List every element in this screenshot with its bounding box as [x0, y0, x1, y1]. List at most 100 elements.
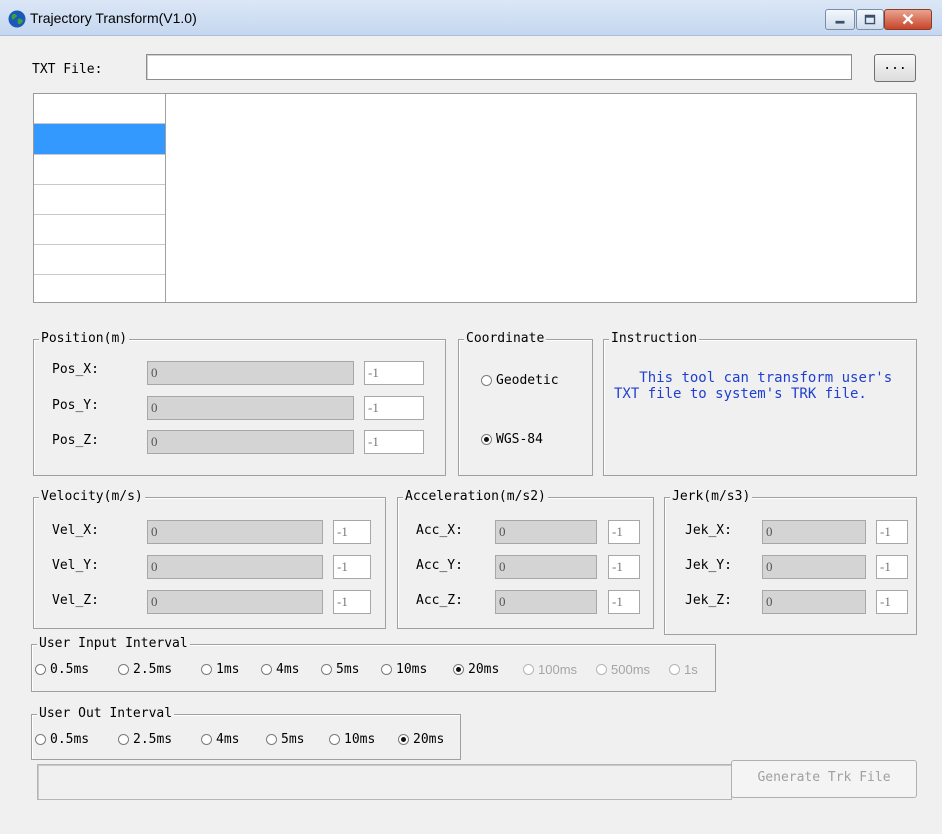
radio-label: 10ms	[396, 662, 428, 677]
radio-wgs84[interactable]: WGS-84	[481, 432, 543, 447]
radio-label: 2.5ms	[133, 662, 173, 677]
radio-label: 1ms	[216, 662, 240, 677]
txt-file-label: TXT File:	[32, 62, 103, 77]
radio-label: 100ms	[538, 662, 578, 677]
grid-row[interactable]	[34, 275, 165, 302]
radio-label: 2.5ms	[133, 732, 173, 747]
input-interval-radio-0-5ms[interactable]: 0.5ms	[35, 662, 89, 677]
input-interval-radio-5ms[interactable]: 5ms	[321, 662, 359, 677]
pos-y-label: Pos_Y:	[52, 398, 99, 413]
input-interval-radio-100ms: 100ms	[523, 662, 577, 677]
output-interval-group-title: User Out Interval	[37, 706, 175, 722]
acc-y-field[interactable]: 0	[495, 555, 597, 579]
radio-label: 20ms	[413, 732, 445, 747]
grid-row[interactable]	[34, 185, 165, 215]
acceleration-group-title: Acceleration(m/s2)	[403, 489, 548, 505]
radio-label: 0.5ms	[50, 662, 90, 677]
pos-x-field[interactable]: 0	[147, 361, 354, 385]
acc-x-label: Acc_X:	[416, 523, 463, 538]
pos-x-small-field[interactable]: -1	[364, 361, 424, 385]
close-icon	[902, 13, 914, 25]
grid-row-header-column	[34, 94, 166, 302]
instruction-text: This tool can transform user's TXT file …	[614, 370, 901, 402]
grid-row[interactable]	[34, 155, 165, 185]
radio-circle-selected	[481, 434, 492, 445]
input-interval-group: User Input Interval 0.5ms 2.5ms 1ms 4ms …	[31, 636, 716, 692]
radio-label: 4ms	[276, 662, 300, 677]
radio-circle-selected	[453, 664, 464, 675]
radio-circle	[118, 664, 129, 675]
radio-label: 10ms	[344, 732, 376, 747]
acc-z-label: Acc_Z:	[416, 593, 463, 608]
radio-circle	[261, 664, 272, 675]
acc-y-small-field[interactable]: -1	[608, 555, 640, 579]
radio-circle	[381, 664, 392, 675]
output-interval-radio-5ms[interactable]: 5ms	[266, 732, 304, 747]
input-interval-radio-1ms[interactable]: 1ms	[201, 662, 239, 677]
grid-row[interactable]	[34, 215, 165, 245]
input-interval-radio-1s: 1s	[669, 662, 698, 677]
output-interval-radio-20ms[interactable]: 20ms	[398, 732, 444, 747]
radio-label: 500ms	[611, 662, 651, 677]
input-interval-radio-4ms[interactable]: 4ms	[261, 662, 299, 677]
minimize-button[interactable]	[825, 9, 855, 30]
radio-circle	[266, 734, 277, 745]
browse-button[interactable]: ...	[874, 54, 916, 82]
jek-x-label: Jek_X:	[685, 523, 732, 538]
radio-label: 20ms	[468, 662, 500, 677]
acc-z-field[interactable]: 0	[495, 590, 597, 614]
jek-x-small-field[interactable]: -1	[876, 520, 908, 544]
acc-x-field[interactable]: 0	[495, 520, 597, 544]
vel-y-small-field[interactable]: -1	[333, 555, 371, 579]
velocity-group: Velocity(m/s) Vel_X: 0 -1 Vel_Y: 0 -1 Ve…	[33, 489, 386, 629]
vel-z-field[interactable]: 0	[147, 590, 323, 614]
grid-row-selected[interactable]	[34, 124, 165, 155]
input-interval-radio-10ms[interactable]: 10ms	[381, 662, 427, 677]
pos-z-field[interactable]: 0	[147, 430, 354, 454]
input-interval-radio-500ms: 500ms	[596, 662, 650, 677]
grid-header-cell[interactable]	[34, 94, 165, 124]
acc-x-small-field[interactable]: -1	[608, 520, 640, 544]
pos-y-field[interactable]: 0	[147, 396, 354, 420]
grid-row[interactable]	[34, 245, 165, 275]
txt-file-input[interactable]	[146, 54, 852, 80]
radio-label: 5ms	[281, 732, 305, 747]
data-grid[interactable]	[33, 93, 917, 303]
position-group-title: Position(m)	[39, 331, 130, 347]
title-bar[interactable]: Trajectory Transform(V1.0)	[0, 0, 942, 36]
jek-y-small-field[interactable]: -1	[876, 555, 908, 579]
radio-label: 5ms	[336, 662, 360, 677]
radio-label: 0.5ms	[50, 732, 90, 747]
pos-z-small-field[interactable]: -1	[364, 430, 424, 454]
output-interval-radio-0-5ms[interactable]: 0.5ms	[35, 732, 89, 747]
acc-z-small-field[interactable]: -1	[608, 590, 640, 614]
radio-geodetic[interactable]: Geodetic	[481, 373, 559, 388]
vel-y-field[interactable]: 0	[147, 555, 323, 579]
close-button[interactable]	[884, 9, 932, 30]
jek-x-field[interactable]: 0	[762, 520, 866, 544]
jek-z-label: Jek_Z:	[685, 593, 732, 608]
radio-wgs84-label: WGS-84	[496, 432, 543, 447]
input-interval-radio-20ms[interactable]: 20ms	[453, 662, 499, 677]
generate-trk-button[interactable]: Generate Trk File	[731, 760, 917, 798]
maximize-button[interactable]	[856, 9, 884, 30]
radio-circle	[35, 664, 46, 675]
output-interval-radio-4ms[interactable]: 4ms	[201, 732, 239, 747]
input-interval-radio-2-5ms[interactable]: 2.5ms	[118, 662, 172, 677]
radio-circle	[35, 734, 46, 745]
minimize-icon	[835, 20, 845, 24]
pos-y-small-field[interactable]: -1	[364, 396, 424, 420]
output-interval-radio-2-5ms[interactable]: 2.5ms	[118, 732, 172, 747]
instruction-group-title: Instruction	[609, 331, 700, 347]
radio-circle	[596, 664, 607, 675]
vel-x-field[interactable]: 0	[147, 520, 323, 544]
vel-z-small-field[interactable]: -1	[333, 590, 371, 614]
acc-y-label: Acc_Y:	[416, 558, 463, 573]
radio-circle	[481, 375, 492, 386]
jek-y-field[interactable]: 0	[762, 555, 866, 579]
jerk-group: Jerk(m/s3) Jek_X: 0 -1 Jek_Y: 0 -1 Jek_Z…	[664, 489, 917, 635]
vel-x-small-field[interactable]: -1	[333, 520, 371, 544]
output-interval-radio-10ms[interactable]: 10ms	[329, 732, 375, 747]
jek-z-field[interactable]: 0	[762, 590, 866, 614]
jek-z-small-field[interactable]: -1	[876, 590, 908, 614]
